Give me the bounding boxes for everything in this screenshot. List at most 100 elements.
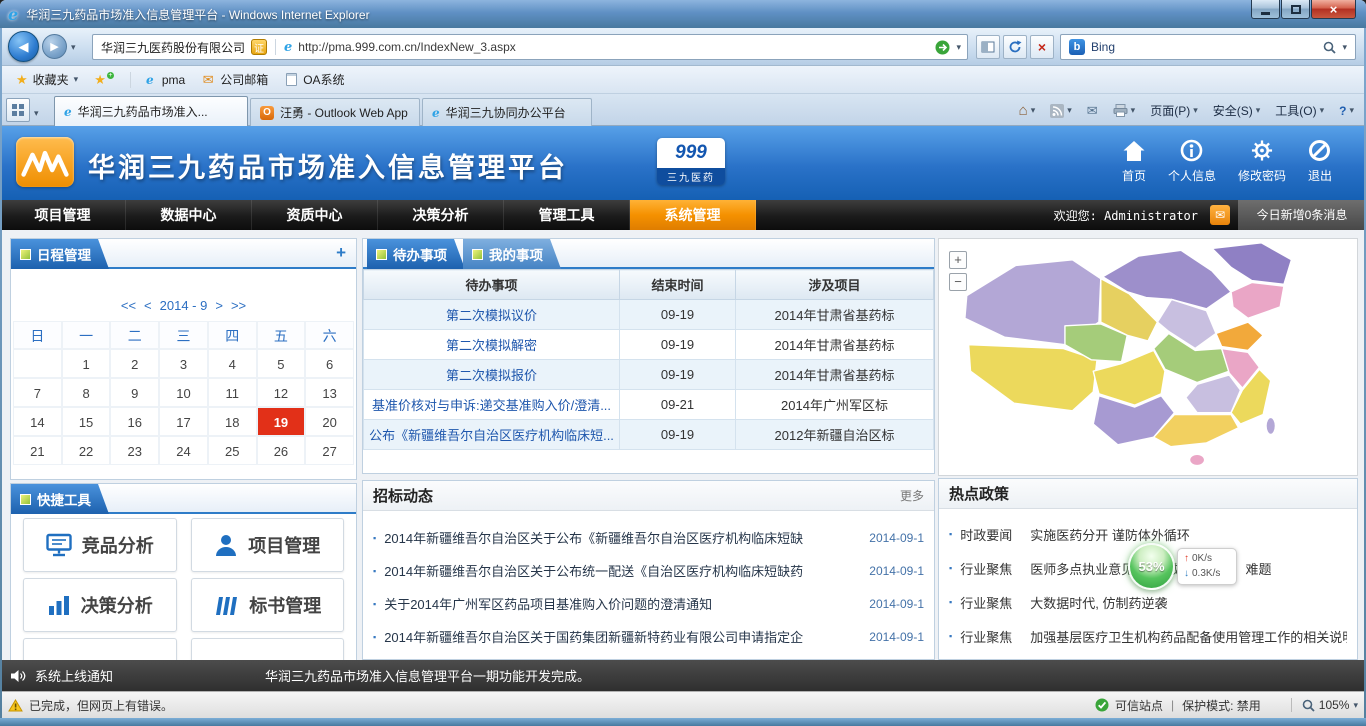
- print-button[interactable]: ▾: [1109, 102, 1140, 119]
- calendar-day[interactable]: 20: [305, 407, 354, 436]
- quick-tool-button-partial[interactable]: [191, 638, 345, 660]
- refresh-button[interactable]: [1003, 35, 1027, 59]
- policy-item[interactable]: ▪ 行业聚焦 大数据时代, 仿制药逆袭: [939, 585, 1357, 619]
- calendar-day[interactable]: 3: [159, 349, 208, 378]
- certificate-icon[interactable]: 证: [251, 39, 267, 55]
- calendar-day[interactable]: 12: [257, 378, 306, 407]
- quick-tabs-button[interactable]: [6, 98, 30, 122]
- stop-button[interactable]: ×: [1030, 35, 1054, 59]
- change-password-link[interactable]: 修改密码: [1238, 139, 1286, 184]
- minimize-button[interactable]: [1251, 0, 1280, 19]
- compatibility-view-button[interactable]: [976, 35, 1000, 59]
- zoom-dropdown[interactable]: ▾: [1353, 700, 1358, 711]
- menu-project-management[interactable]: 项目管理: [0, 200, 126, 230]
- policy-item[interactable]: ▪ 行业聚焦 加强基层医疗卫生机构药品配备使用管理工作的相关说明: [939, 619, 1357, 653]
- calendar-day[interactable]: 22: [62, 436, 111, 465]
- next-month-button[interactable]: >: [215, 298, 223, 313]
- calendar-day[interactable]: 14: [13, 407, 62, 436]
- logout-link[interactable]: 退出: [1308, 139, 1332, 184]
- browser-tab-3[interactable]: e 华润三九协同办公平台: [422, 98, 592, 126]
- todo-task-link[interactable]: 第二次模拟解密: [364, 330, 620, 360]
- news-item[interactable]: ▪ 2014年新疆维吾尔自治区关于国药集团新疆新特药业有限公司申请指定企 201…: [363, 620, 934, 653]
- todo-task-link[interactable]: 第二次模拟议价: [364, 300, 620, 330]
- menu-qualification-center[interactable]: 资质中心: [252, 200, 378, 230]
- menu-system-management[interactable]: 系统管理: [630, 200, 756, 230]
- menu-data-center[interactable]: 数据中心: [126, 200, 252, 230]
- calendar-day[interactable]: 7: [13, 378, 62, 407]
- calendar-day[interactable]: 4: [208, 349, 257, 378]
- help-button[interactable]: ? ▾: [1335, 102, 1358, 120]
- calendar-day[interactable]: 2: [110, 349, 159, 378]
- home-button[interactable]: ⌂ ▾: [1015, 101, 1040, 120]
- news-item[interactable]: ▪ 2014年新疆维吾尔自治区关于公布《新疆维吾尔自治区医疗机构临床短缺 201…: [363, 521, 934, 554]
- address-action-icon[interactable]: [935, 40, 950, 55]
- calendar-day[interactable]: 1: [62, 349, 111, 378]
- browser-tab-1[interactable]: e 华润三九药品市场准入...: [54, 96, 248, 126]
- my-items-tab[interactable]: 我的事项: [463, 239, 561, 269]
- more-link[interactable]: 更多: [900, 487, 924, 504]
- back-button[interactable]: ◀: [8, 31, 39, 62]
- calendar-day[interactable]: 27: [305, 436, 354, 465]
- zoom-control[interactable]: 105% ▾: [1291, 698, 1358, 712]
- calendar-day[interactable]: 24: [159, 436, 208, 465]
- todo-task-link[interactable]: 公布《新疆维吾尔自治区医疗机构临床短...: [364, 420, 620, 450]
- new-message-counter[interactable]: 今日新增0条消息: [1238, 200, 1366, 230]
- map-zoom-in-button[interactable]: +: [949, 251, 967, 269]
- close-button[interactable]: ×: [1311, 0, 1356, 19]
- calendar-day[interactable]: 9: [110, 378, 159, 407]
- calendar-day[interactable]: 17: [159, 407, 208, 436]
- favorite-item-pma[interactable]: e pma: [135, 70, 193, 90]
- todo-task-link[interactable]: 第二次模拟报价: [364, 360, 620, 390]
- calendar-day[interactable]: 23: [110, 436, 159, 465]
- message-envelope-icon[interactable]: ✉: [1210, 205, 1230, 225]
- add-schedule-icon[interactable]: +: [336, 243, 346, 263]
- page-menu-button[interactable]: 页面(P) ▾: [1146, 100, 1202, 121]
- address-dropdown[interactable]: ▾: [956, 42, 961, 53]
- china-map[interactable]: [957, 239, 1339, 475]
- todo-tab[interactable]: 待办事项: [367, 239, 465, 269]
- calendar-day-selected[interactable]: 19: [257, 407, 306, 436]
- history-dropdown[interactable]: ▾: [71, 42, 76, 53]
- menu-decision-analysis[interactable]: 决策分析: [378, 200, 504, 230]
- prev-year-button[interactable]: <<: [121, 298, 136, 313]
- feeds-button[interactable]: ▾: [1046, 102, 1076, 120]
- quick-tool-button-partial[interactable]: [23, 638, 177, 660]
- project-management-button[interactable]: 项目管理: [191, 518, 345, 572]
- tools-menu-button[interactable]: 工具(O) ▾: [1271, 100, 1328, 121]
- favorite-item-oa[interactable]: OA系统: [276, 68, 352, 91]
- search-icon[interactable]: [1323, 41, 1336, 54]
- calendar-day[interactable]: 15: [62, 407, 111, 436]
- map-zoom-out-button[interactable]: −: [949, 273, 967, 291]
- address-bar[interactable]: 华润三九医药股份有限公司 证 e http://pma.999.com.cn/I…: [92, 34, 968, 60]
- browser-tab-2[interactable]: O 汪勇 - Outlook Web App: [250, 98, 420, 126]
- news-item[interactable]: ▪ 关于2014年广州军区药品项目基准购入价问题的澄清通知 2014-09-1: [363, 587, 934, 620]
- calendar-day[interactable]: 5: [257, 349, 306, 378]
- calendar-day[interactable]: 18: [208, 407, 257, 436]
- schedule-tab[interactable]: 日程管理: [11, 239, 109, 269]
- decision-analysis-button[interactable]: 决策分析: [23, 578, 177, 632]
- todo-task-link[interactable]: 基准价核对与申诉:递交基准购入价/澄清...: [364, 390, 620, 420]
- calendar-day[interactable]: 6: [305, 349, 354, 378]
- calendar-day[interactable]: 8: [62, 378, 111, 407]
- search-dropdown[interactable]: ▾: [1342, 42, 1347, 53]
- competitor-analysis-button[interactable]: 竞品分析: [23, 518, 177, 572]
- maximize-button[interactable]: [1281, 0, 1310, 19]
- quick-tabs-dropdown[interactable]: ▾: [34, 108, 39, 119]
- news-item[interactable]: ▪ 2014年新疆维吾尔自治区关于公布统一配送《自治区医疗机构临床短缺药 201…: [363, 554, 934, 587]
- calendar-day[interactable]: 26: [257, 436, 306, 465]
- calendar-day[interactable]: 21: [13, 436, 62, 465]
- menu-management-tools[interactable]: 管理工具: [504, 200, 630, 230]
- calendar-day[interactable]: 16: [110, 407, 159, 436]
- calendar-day[interactable]: 25: [208, 436, 257, 465]
- favorites-button[interactable]: ★ 收藏夹 ▾: [8, 68, 86, 91]
- bid-document-management-button[interactable]: 标书管理: [191, 578, 345, 632]
- home-link[interactable]: 首页: [1122, 139, 1146, 184]
- prev-month-button[interactable]: <: [144, 298, 152, 313]
- profile-link[interactable]: 个人信息: [1168, 139, 1216, 184]
- calendar-day[interactable]: 10: [159, 378, 208, 407]
- safety-menu-button[interactable]: 安全(S) ▾: [1209, 100, 1265, 121]
- forward-button[interactable]: ▶: [42, 34, 67, 59]
- search-box[interactable]: b Bing ▾: [1060, 34, 1356, 60]
- next-year-button[interactable]: >>: [231, 298, 246, 313]
- favorite-item-mail[interactable]: ✉ 公司邮箱: [193, 68, 276, 91]
